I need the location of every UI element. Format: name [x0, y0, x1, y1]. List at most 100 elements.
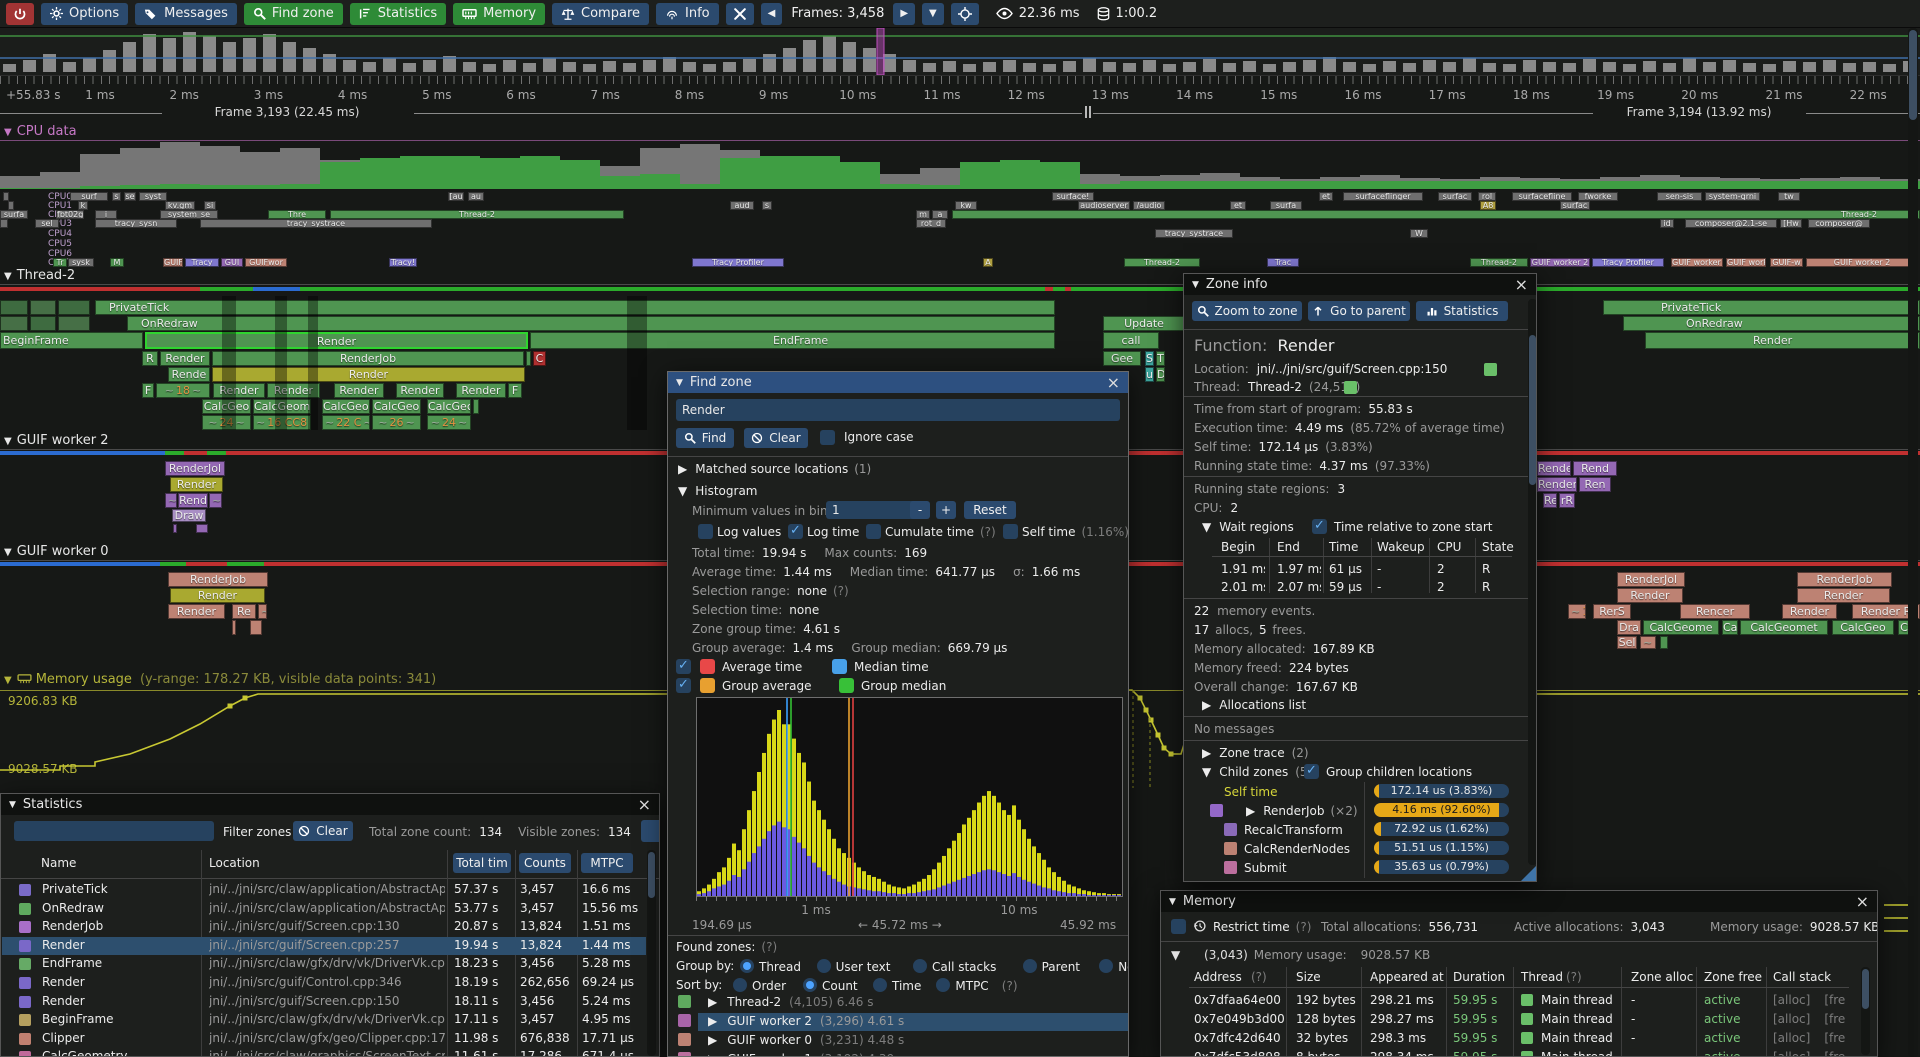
timeline-zone[interactable]: kv.gm [165, 201, 195, 210]
statistics-button[interactable]: Statistics [1416, 301, 1508, 321]
timeline-zone[interactable]: EndFrame [530, 332, 1055, 349]
timeline-zone[interactable]: u [1145, 367, 1154, 382]
zone-info-scrollbar[interactable] [1528, 299, 1537, 865]
memory-titlebar[interactable]: ▼Memory× [1161, 891, 1877, 912]
timeline-zone[interactable]: R [142, 351, 158, 366]
zone-group-row[interactable]: ▶GUIF worker 2(3,296) 4.61 s [708, 1014, 904, 1028]
timeline-zone[interactable]: Render [334, 383, 384, 398]
go-to-parent-button[interactable]: Go to parent [1308, 301, 1410, 321]
timeline-zone[interactable]: M [110, 258, 124, 267]
clear-button[interactable]: Clear [744, 428, 808, 448]
timeline-zone[interactable]: Draw [172, 509, 206, 522]
timeline-zone[interactable] [196, 524, 208, 533]
timeline-zone[interactable]: [Hw [1780, 219, 1802, 228]
timeline-zone[interactable]: Render [396, 383, 444, 398]
timeline-zone[interactable]: sen-sis [1657, 192, 1702, 201]
timeline-zone[interactable]: ~26~ [372, 415, 421, 430]
timeline-zone[interactable]: et [1319, 192, 1333, 201]
timeline-zone[interactable]: ~18~ [156, 383, 210, 398]
timeline-zone[interactable]: ~8~ [165, 493, 177, 508]
timeline-zone[interactable]: system-grni [1705, 192, 1760, 201]
timeline-zone[interactable]: surfacefline [1512, 192, 1572, 201]
timeline-zone[interactable]: BeginFrame [0, 332, 143, 349]
timeline-zone[interactable]: RenderJob [168, 572, 268, 587]
timeline-zone[interactable]: call [1103, 332, 1159, 349]
stats-row[interactable]: Clipperjni/../jni/src/claw/gfx/geo/Clipp… [2, 1030, 646, 1048]
reset-button[interactable]: Reset [964, 501, 1016, 519]
decrement-button[interactable]: - [910, 501, 930, 519]
timeline-zone[interactable]: surfa [1270, 201, 1302, 210]
timeline-zone[interactable]: T [1156, 351, 1165, 366]
timeline-zone[interactable]: GUIF-w [1770, 258, 1803, 267]
timeline-zone[interactable] [232, 620, 236, 635]
timeline-zone[interactable]: Re [1543, 493, 1557, 508]
child-zone-name[interactable]: CalcRenderNodes [1244, 842, 1350, 856]
memory-scrollbar[interactable] [1861, 967, 1870, 1055]
timeline-zone[interactable]: GUIF worker 2 [1806, 258, 1918, 267]
cpu-data-header[interactable]: ▼CPU data [4, 124, 77, 139]
child-zone-bar[interactable]: 4.16 ms (92.60%) [1374, 803, 1509, 817]
timeline-zone[interactable]: Thread-2 [1470, 258, 1528, 267]
zoom-to-zone-button[interactable]: Zoom to zone [1192, 301, 1302, 321]
stats-row[interactable]: OnRedrawjni/../jni/src/claw/application/… [2, 900, 646, 918]
timeline-zone[interactable]: Ca [1722, 620, 1738, 635]
thread-header[interactable]: ▼GUIF worker 2 [4, 433, 108, 448]
timeline-zone[interactable]: surfa [0, 210, 28, 219]
thread-header[interactable]: ▼Thread-2 [4, 268, 75, 283]
timeline-zone[interactable]: sysk [68, 258, 94, 267]
timeline-zone[interactable]: CalcGeomet [1740, 620, 1828, 635]
legend-checkbox[interactable] [676, 678, 691, 693]
timeline-zone[interactable]: surface! [1052, 192, 1094, 201]
timeline-zone[interactable]: si [204, 201, 216, 210]
timeline-zone[interactable]: tw [1778, 192, 1800, 201]
timeline-zone[interactable]: Tr [53, 258, 67, 267]
timeline-zone[interactable] [30, 300, 56, 315]
timeline-zone[interactable]: GUIF work [1726, 258, 1766, 267]
timeline-zone[interactable]: surf [70, 192, 108, 201]
toggle-log-values[interactable] [698, 524, 713, 539]
timeline-zone[interactable]: W [1410, 229, 1428, 238]
active-allocations-header[interactable]: ▼ Active allocations(3,043)Memory usage:… [1171, 948, 1437, 962]
timeline-zone[interactable]: Gee [1103, 351, 1141, 366]
timeline-zone[interactable]: Render [170, 477, 223, 492]
group-by-radio[interactable] [913, 959, 927, 973]
child-zone-name[interactable]: RecalcTransform [1244, 823, 1343, 837]
timeline-zone[interactable]: s [112, 192, 121, 201]
timeline-zone[interactable]: Ren [1579, 477, 1611, 492]
sort-mtpc-button[interactable]: MTPC [581, 853, 633, 873]
timeline-zone[interactable]: GUIF [163, 258, 183, 267]
timeline-zone[interactable]: rol [1478, 192, 1496, 201]
toggle-cumulate-time[interactable] [866, 524, 881, 539]
stats-row[interactable]: EndFramejni/../jni/src/claw/gfx/drv/vk/D… [2, 955, 646, 973]
timeline-zone[interactable]: ~24~ [427, 415, 471, 430]
timeline-zone[interactable]: GUIF worker 0 [1671, 258, 1723, 267]
timeline-zone[interactable] [173, 524, 177, 533]
timeline-zone[interactable] [58, 300, 90, 315]
timeline-zone[interactable]: Update [1103, 316, 1185, 331]
timeline-zone[interactable] [1660, 636, 1668, 649]
timeline-zone[interactable] [3, 192, 9, 201]
toggle-self-time[interactable] [1003, 524, 1018, 539]
timeline-zone[interactable]: CalcGec [427, 399, 471, 414]
timeline-zone[interactable]: CalcGeome [1643, 620, 1719, 635]
timeline-zone[interactable] [0, 316, 28, 331]
timeline-zone[interactable]: RenderJob [212, 351, 524, 366]
timeline-zone[interactable]: Render [1537, 477, 1577, 492]
clear-filter-button[interactable]: Clear [293, 821, 353, 841]
thread-header[interactable]: ▼GUIF worker 0 [4, 544, 108, 559]
timeline-zone[interactable] [0, 300, 28, 315]
timeline-zone[interactable]: a [932, 210, 948, 219]
zone-info-scrollbar-thumb[interactable] [1529, 335, 1536, 485]
child-zone-name[interactable]: ▶RenderJob(×2) [1246, 804, 1358, 818]
timeline-zone[interactable]: m [916, 210, 930, 219]
timeline-zone[interactable]: surfac [1560, 201, 1590, 210]
sort-by-radio[interactable] [733, 978, 747, 992]
timeline-zone[interactable]: Render [1537, 461, 1571, 476]
group-by-radio[interactable] [1099, 959, 1113, 973]
timeline-zone[interactable]: tracy_systrace [200, 219, 432, 228]
timeline-zone[interactable]: aud [730, 201, 754, 210]
sort-by-radio[interactable] [803, 978, 817, 992]
child-zone-bar[interactable]: 35.63 us (0.79%) [1374, 860, 1509, 874]
timeline-zone[interactable] [473, 399, 479, 414]
timeline-zone[interactable]: Render [1782, 604, 1837, 619]
